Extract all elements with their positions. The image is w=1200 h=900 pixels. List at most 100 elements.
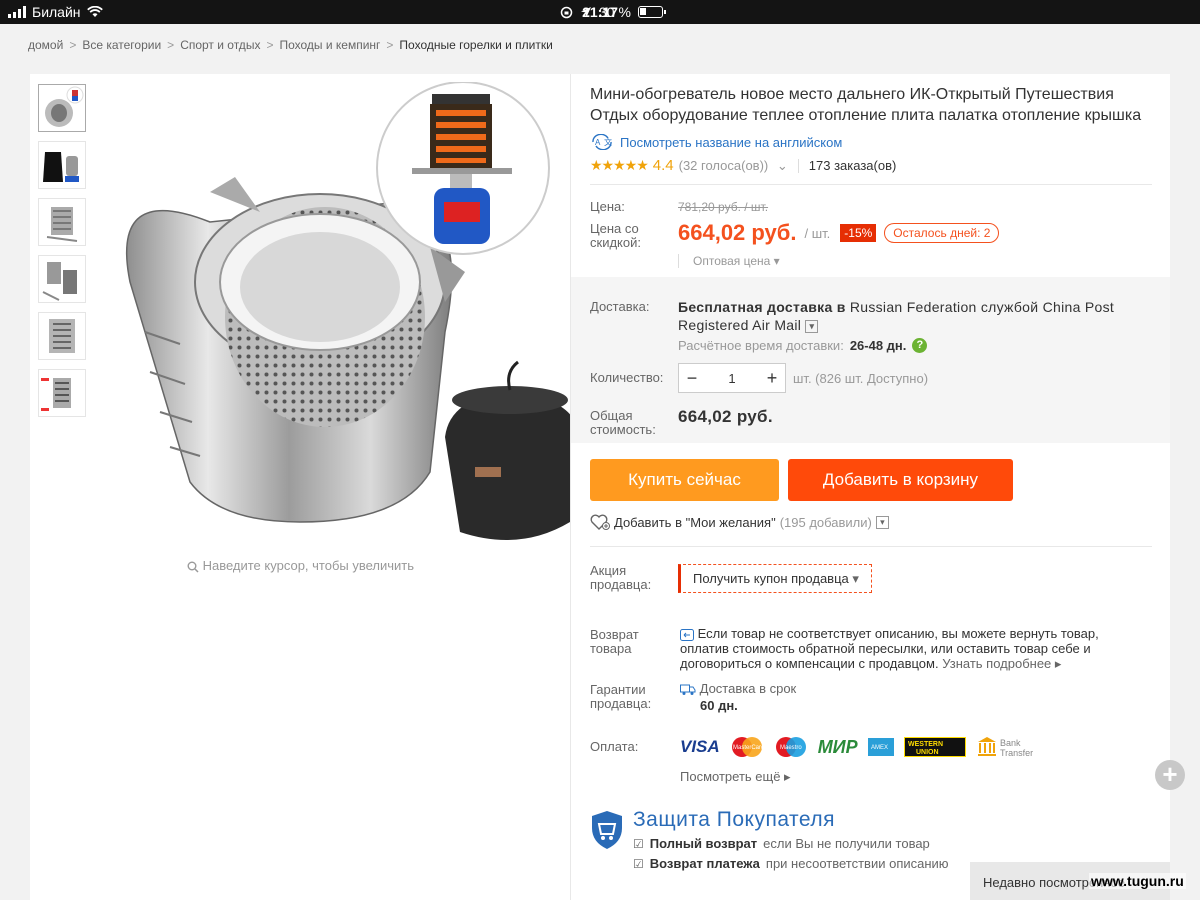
guarantee-info: Доставка в срок [680, 681, 796, 696]
battery-icon [637, 6, 666, 18]
seller-promo-label: Акция продавца: [590, 563, 652, 592]
wishlist-dropdown-icon[interactable]: ▾ [875, 515, 889, 529]
maestro-icon: Maestro [775, 737, 806, 757]
delivery-estimate: Расчётное время доставки: 26-48 дн. ? [678, 338, 928, 353]
full-refund-text: если Вы не получили товар [763, 836, 930, 851]
check-icon: ☑ [633, 836, 644, 851]
thumbnail-5[interactable] [38, 312, 86, 360]
svg-text:WESTERN: WESTERN [908, 741, 943, 748]
buyer-protection: Защита Покупателя ☑ Полный возврат если … [590, 806, 1010, 876]
breadcrumb-current: Походные горелки и плитки [399, 38, 553, 52]
translate-icon: A文 [592, 134, 612, 150]
wishlist-text[interactable]: Добавить в "Мои желания" [614, 515, 776, 530]
full-refund-title: Полный возврат [649, 836, 758, 851]
estimate-value: 26-48 дн. [849, 338, 907, 353]
rating-stars-icon: ★★★★★ [590, 157, 649, 173]
product-main-image[interactable] [100, 82, 570, 552]
divider [590, 546, 1152, 547]
rating-votes[interactable]: (32 голоса(ов)) [679, 158, 769, 173]
days-left-badge: Осталось дней: 2 [884, 223, 1000, 243]
old-price: 781,20 руб. / шт. [678, 200, 769, 214]
delivery-label: Доставка: [590, 299, 650, 314]
guarantee-text: Доставка в срок [699, 681, 797, 696]
shield-icon [592, 811, 622, 849]
seller-coupon-dropdown[interactable]: Получить купон продавца ▾ [678, 564, 872, 593]
quantity-stepper[interactable]: − 1 + [678, 363, 786, 393]
chevron-down-icon[interactable]: ⌄ [773, 158, 788, 174]
quantity-label: Количество: [590, 370, 664, 385]
coupon-text[interactable]: Получить купон продавца [693, 571, 849, 586]
protection-title: Защита Покупателя [633, 808, 836, 831]
discount-price-row: 664,02 руб. / шт. -15% Осталось дней: 2 [678, 220, 1000, 246]
wishlist-link[interactable]: Добавить в "Мои желания" (195 добавили) … [590, 514, 889, 530]
discount-price: 664,02 руб. [678, 220, 797, 245]
svg-text:A: A [595, 138, 601, 147]
total-label: Общая стоимость: [590, 408, 656, 437]
wholesale-text[interactable]: Оптовая цена [693, 254, 770, 268]
zoom-hint-text: Наведите курсор, чтобы увеличить [202, 558, 415, 573]
svg-text:Transfer: Transfer [1000, 748, 1033, 758]
rating-row: ★★★★★ 4.4 (32 голоса(ов)) ⌄ 173 заказа(о… [590, 157, 896, 174]
decrement-button[interactable]: − [679, 368, 705, 389]
payment-return-text: при несоответствии описанию [765, 856, 949, 871]
payment-more-link[interactable]: Посмотреть ещё ▸ [680, 769, 791, 785]
mir-icon: МИР [817, 736, 858, 757]
english-title-link[interactable]: A文 Посмотреть название на английском [590, 134, 842, 150]
wishlist-count: (195 добавили) [779, 514, 872, 530]
thumbnail-1[interactable] [38, 84, 86, 132]
orders-count: 173 заказа(ов) [808, 158, 897, 173]
western-union-icon: WESTERNUNION [903, 737, 966, 757]
magnifier-icon [187, 561, 199, 573]
divider [590, 184, 1152, 185]
product-card: Наведите курсор, чтобы увеличить Мини-об… [30, 74, 1170, 900]
amex-icon: AMEX [867, 738, 894, 756]
svg-text:文: 文 [604, 137, 612, 147]
discount-badge: -15% [840, 224, 877, 242]
breadcrumb-home[interactable]: домой [28, 38, 63, 52]
returns-label: Возврат товара [590, 627, 639, 656]
discount-price-label: Цена со скидкой: [590, 221, 641, 250]
total-price: 664,02 руб. [678, 407, 773, 426]
thumbnail-4[interactable] [38, 255, 86, 303]
heart-plus-icon [590, 514, 610, 530]
delivery-dropdown-icon[interactable]: ▾ [805, 319, 819, 333]
column-divider [570, 74, 571, 900]
battery-percent: 30 % [599, 4, 631, 20]
breadcrumb-all-categories[interactable]: Все категории [82, 38, 161, 52]
svg-text:Bank: Bank [1000, 738, 1021, 748]
thumbnail-3[interactable] [38, 198, 86, 246]
payment-methods: VISA MasterCard Maestro МИР AMEX WESTERN… [680, 734, 1038, 760]
watermark: www.tugun.ru [1089, 873, 1186, 889]
price-label: Цена: [590, 199, 625, 214]
breadcrumb-camping[interactable]: Походы и кемпинг [279, 38, 380, 52]
protection-full-refund: ☑ Полный возврат если Вы не получили тов… [633, 836, 930, 851]
return-policy-icon [680, 628, 694, 641]
product-gallery: Наведите курсор, чтобы увеличить [30, 74, 571, 900]
thumbnail-2[interactable] [38, 141, 86, 189]
payment-more-text[interactable]: Посмотреть ещё [680, 769, 780, 784]
floating-plus-button[interactable]: + [1155, 760, 1185, 790]
help-icon[interactable]: ? [912, 338, 928, 353]
buy-now-button[interactable]: Купить сейчас [590, 459, 779, 501]
increment-button[interactable]: + [759, 368, 785, 389]
svg-text:Maestro: Maestro [780, 745, 802, 751]
breadcrumb-sport[interactable]: Спорт и отдых [180, 38, 260, 52]
returns-info: Если товар не соответствует описанию, вы… [680, 626, 1099, 671]
add-to-cart-button[interactable]: Добавить в корзину [788, 459, 1013, 501]
truck-icon [680, 684, 696, 695]
location-icon [581, 7, 591, 17]
guarantee-days: 60 дн. [700, 698, 738, 713]
mastercard-icon: MasterCard [731, 737, 764, 757]
svg-text:AMEX: AMEX [871, 745, 888, 751]
price-unit: / шт. [804, 225, 831, 241]
breadcrumb: домой > Все категории > Спорт и отдых > Пох… [28, 38, 553, 52]
guarantee-label: Гарантии продавца: [590, 682, 652, 711]
returns-more-link[interactable]: Узнать подробнее [942, 656, 1051, 671]
payment-return-title: Возврат платежа [649, 856, 760, 871]
visa-icon: VISA [680, 737, 720, 756]
english-title-text[interactable]: Посмотреть название на английском [620, 135, 842, 150]
wholesale-price-link[interactable]: Оптовая цена ▾ [678, 254, 780, 268]
thumbnail-6[interactable] [38, 369, 86, 417]
quantity-value[interactable]: 1 [705, 371, 759, 386]
bank-transfer-icon: BankTransfer [977, 737, 1033, 758]
